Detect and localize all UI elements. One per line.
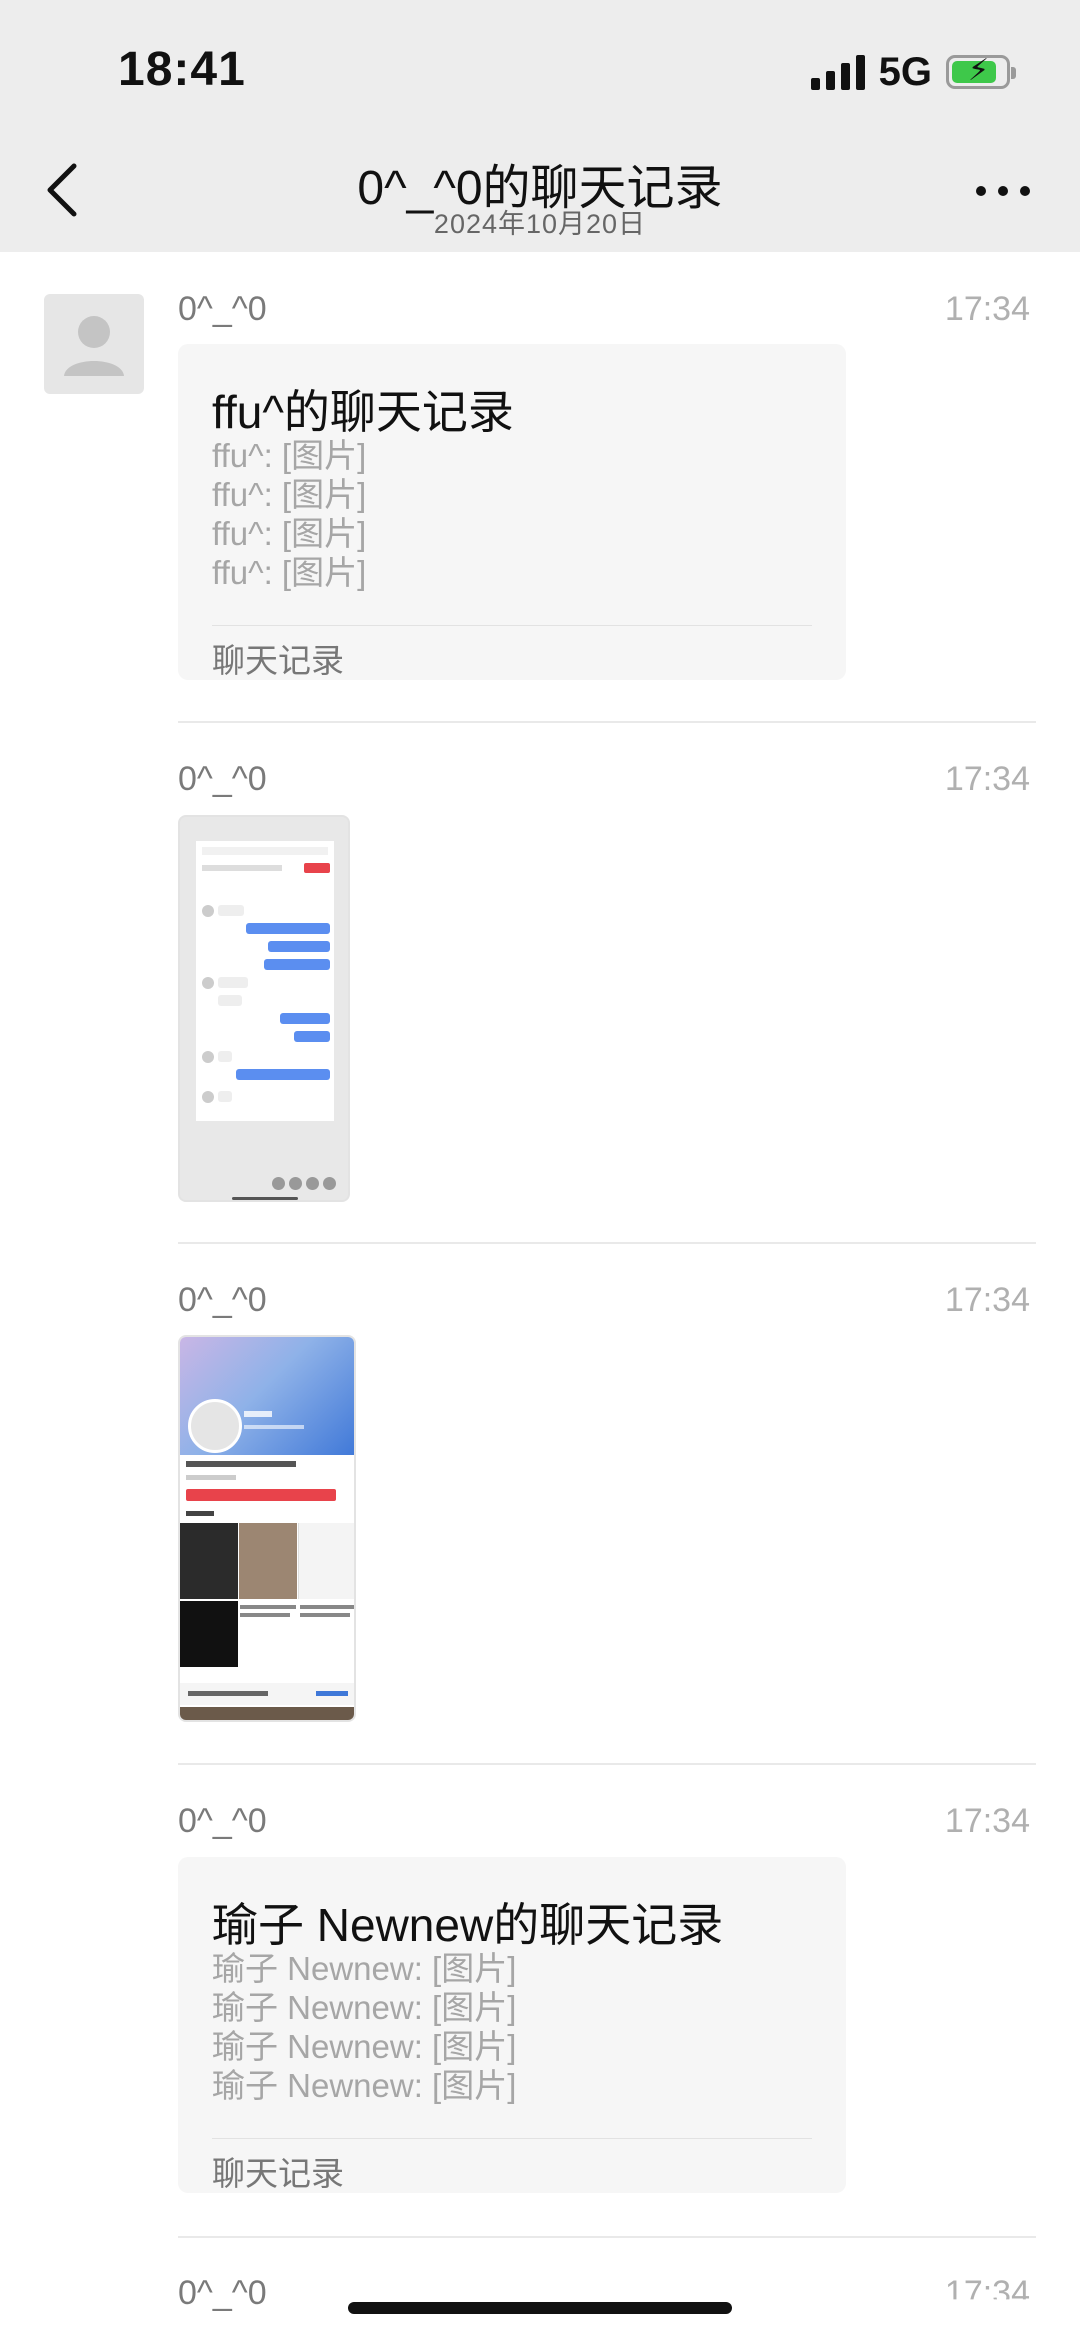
card-line: 瑜子 Newnew: [图片]: [212, 1989, 517, 2026]
card-line: ffu^: [图片]: [212, 476, 367, 513]
card-line: 瑜子 Newnew: [图片]: [212, 2067, 517, 2104]
avatar[interactable]: [44, 294, 144, 394]
page-subtitle: 2024年10月20日: [433, 209, 647, 239]
card-footer: 聊天记录: [212, 2155, 344, 2192]
message-time: 17:34: [944, 1281, 1030, 1319]
card-title: 瑜子 Newnew的聊天记录: [212, 1899, 724, 1951]
divider: [178, 1763, 1036, 1765]
sender-name: 0^_^0: [178, 760, 267, 798]
chat-record-card[interactable]: ffu^的聊天记录 ffu^: [图片] ffu^: [图片] ffu^: [图…: [178, 344, 846, 680]
signal-icon: [810, 54, 865, 90]
card-title: ffu^的聊天记录: [212, 386, 514, 438]
divider: [178, 721, 1036, 723]
more-options-icon[interactable]: [976, 186, 1030, 196]
battery-icon: ⚡: [946, 54, 1016, 89]
status-icons: 5G ⚡: [810, 48, 1016, 96]
sender-name: 0^_^0: [178, 1802, 267, 1840]
status-time: 18:41: [118, 43, 246, 96]
card-footer: 聊天记录: [212, 642, 344, 679]
default-user-icon: [64, 316, 124, 376]
sender-name: 0^_^0: [178, 2274, 267, 2312]
card-line: ffu^: [图片]: [212, 437, 367, 474]
home-indicator[interactable]: [348, 2302, 732, 2314]
card-line: ffu^: [图片]: [212, 515, 367, 552]
message-time: 17:34: [944, 760, 1030, 798]
image-thumbnail[interactable]: [178, 815, 350, 1202]
message-time: 17:34: [944, 1802, 1030, 1840]
divider: [178, 2236, 1036, 2238]
profile-screenshot-image: [180, 1337, 354, 1720]
card-line: 瑜子 Newnew: [图片]: [212, 1950, 517, 1987]
chat-screenshot-image: [196, 841, 334, 1121]
card-divider: [212, 625, 812, 626]
message-time: 17:34: [944, 2274, 1030, 2312]
image-thumbnail[interactable]: [178, 1335, 356, 1722]
sender-name: 0^_^0: [178, 1281, 267, 1319]
card-line: ffu^: [图片]: [212, 554, 367, 591]
network-label: 5G: [878, 49, 932, 94]
divider: [178, 1242, 1036, 1244]
charging-bolt-icon: ⚡: [968, 54, 990, 87]
sender-name: 0^_^0: [178, 290, 267, 328]
card-line: 瑜子 Newnew: [图片]: [212, 2028, 517, 2065]
card-divider: [212, 2138, 812, 2139]
top-bar: 18:41 5G ⚡ 0^_^0的聊天记录 2024年10月20日: [0, 0, 1080, 252]
chat-record-card[interactable]: 瑜子 Newnew的聊天记录 瑜子 Newnew: [图片] 瑜子 Newnew…: [178, 1857, 846, 2193]
message-time: 17:34: [944, 290, 1030, 328]
